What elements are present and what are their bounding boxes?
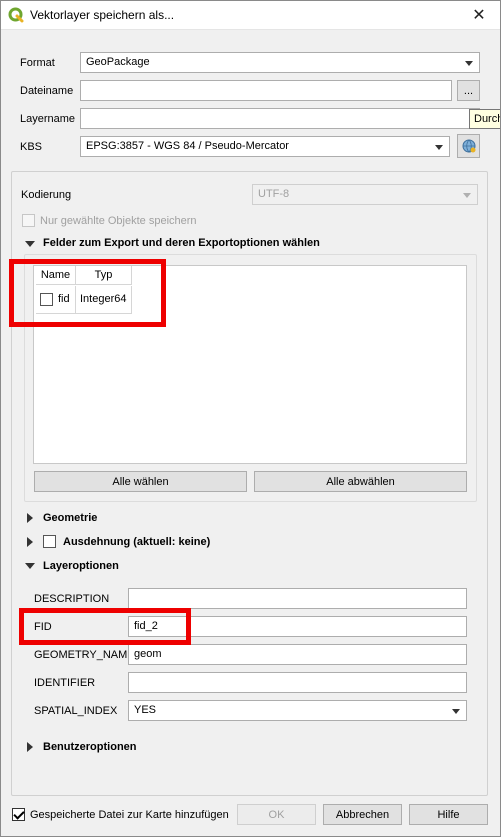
extent-checkbox[interactable]	[43, 535, 56, 548]
layername-label: Layername	[20, 113, 76, 125]
crs-selector-button[interactable]	[457, 134, 480, 158]
spatial-index-value: YES	[134, 704, 157, 716]
crs-label: KBS	[20, 141, 43, 153]
filename-input[interactable]	[80, 80, 452, 101]
format-label: Format	[20, 57, 55, 69]
cancel-button[interactable]: Abbrechen	[323, 804, 402, 825]
title-bar: Vektorlayer speichern als... ✕	[0, 0, 501, 30]
chevron-down-icon	[452, 709, 460, 714]
encoding-value: UTF-8	[258, 188, 290, 200]
format-value: GeoPackage	[86, 56, 150, 68]
collapse-down-icon[interactable]	[25, 563, 35, 569]
identifier-input[interactable]	[128, 672, 467, 693]
spatial-index-label: SPATIAL_INDEX	[34, 705, 118, 717]
encoding-label: Kodierung	[21, 189, 72, 201]
layername-input[interactable]	[80, 108, 480, 129]
collapse-down-icon[interactable]	[25, 241, 35, 247]
fields-section-title[interactable]: Felder zum Export und deren Exportoption…	[43, 237, 320, 249]
chevron-down-icon	[463, 193, 471, 198]
add-to-map-checkbox[interactable]	[12, 808, 25, 821]
identifier-label: IDENTIFIER	[34, 677, 96, 689]
format-select[interactable]: GeoPackage	[80, 52, 480, 73]
window-title: Vektorlayer speichern als...	[30, 8, 175, 22]
globe-icon	[462, 139, 475, 153]
expand-right-icon[interactable]	[27, 513, 33, 523]
geometry-name-input[interactable]: geom	[128, 644, 467, 665]
expand-right-icon[interactable]	[27, 742, 33, 752]
extent-section-title[interactable]: Ausdehnung (aktuell: keine)	[63, 536, 210, 548]
geometry-name-label: GEOMETRY_NAME	[34, 649, 135, 661]
user-options-title[interactable]: Benutzeroptionen	[43, 741, 137, 753]
only-selected-checkbox[interactable]	[22, 214, 35, 227]
add-to-map-label: Gespeicherte Datei zur Karte hinzufügen	[30, 809, 229, 821]
filename-label: Dateiname	[20, 85, 74, 97]
ok-button[interactable]: OK	[237, 804, 316, 825]
highlight-box-fid	[19, 608, 191, 645]
encoding-select[interactable]: UTF-8	[252, 184, 478, 205]
chevron-down-icon	[435, 145, 443, 150]
close-icon[interactable]: ✕	[457, 0, 501, 30]
browse-button[interactable]: ...	[457, 80, 480, 101]
spatial-index-select[interactable]: YES	[128, 700, 467, 721]
help-button[interactable]: Hilfe	[409, 804, 488, 825]
crs-select[interactable]: EPSG:3857 - WGS 84 / Pseudo-Mercator	[80, 136, 450, 157]
qgis-logo-icon	[8, 7, 24, 23]
geometry-section-title[interactable]: Geometrie	[43, 512, 97, 524]
deselect-all-button[interactable]: Alle abwählen	[254, 471, 467, 492]
description-label: DESCRIPTION	[34, 593, 110, 605]
layer-options-title[interactable]: Layeroptionen	[43, 560, 119, 572]
description-input[interactable]	[128, 588, 467, 609]
expand-right-icon[interactable]	[27, 537, 33, 547]
select-all-button[interactable]: Alle wählen	[34, 471, 247, 492]
crs-value: EPSG:3857 - WGS 84 / Pseudo-Mercator	[86, 140, 289, 152]
only-selected-label: Nur gewählte Objekte speichern	[40, 215, 197, 227]
tooltip: Durch	[469, 109, 501, 129]
chevron-down-icon	[465, 61, 473, 66]
highlight-box-fields	[9, 259, 166, 327]
